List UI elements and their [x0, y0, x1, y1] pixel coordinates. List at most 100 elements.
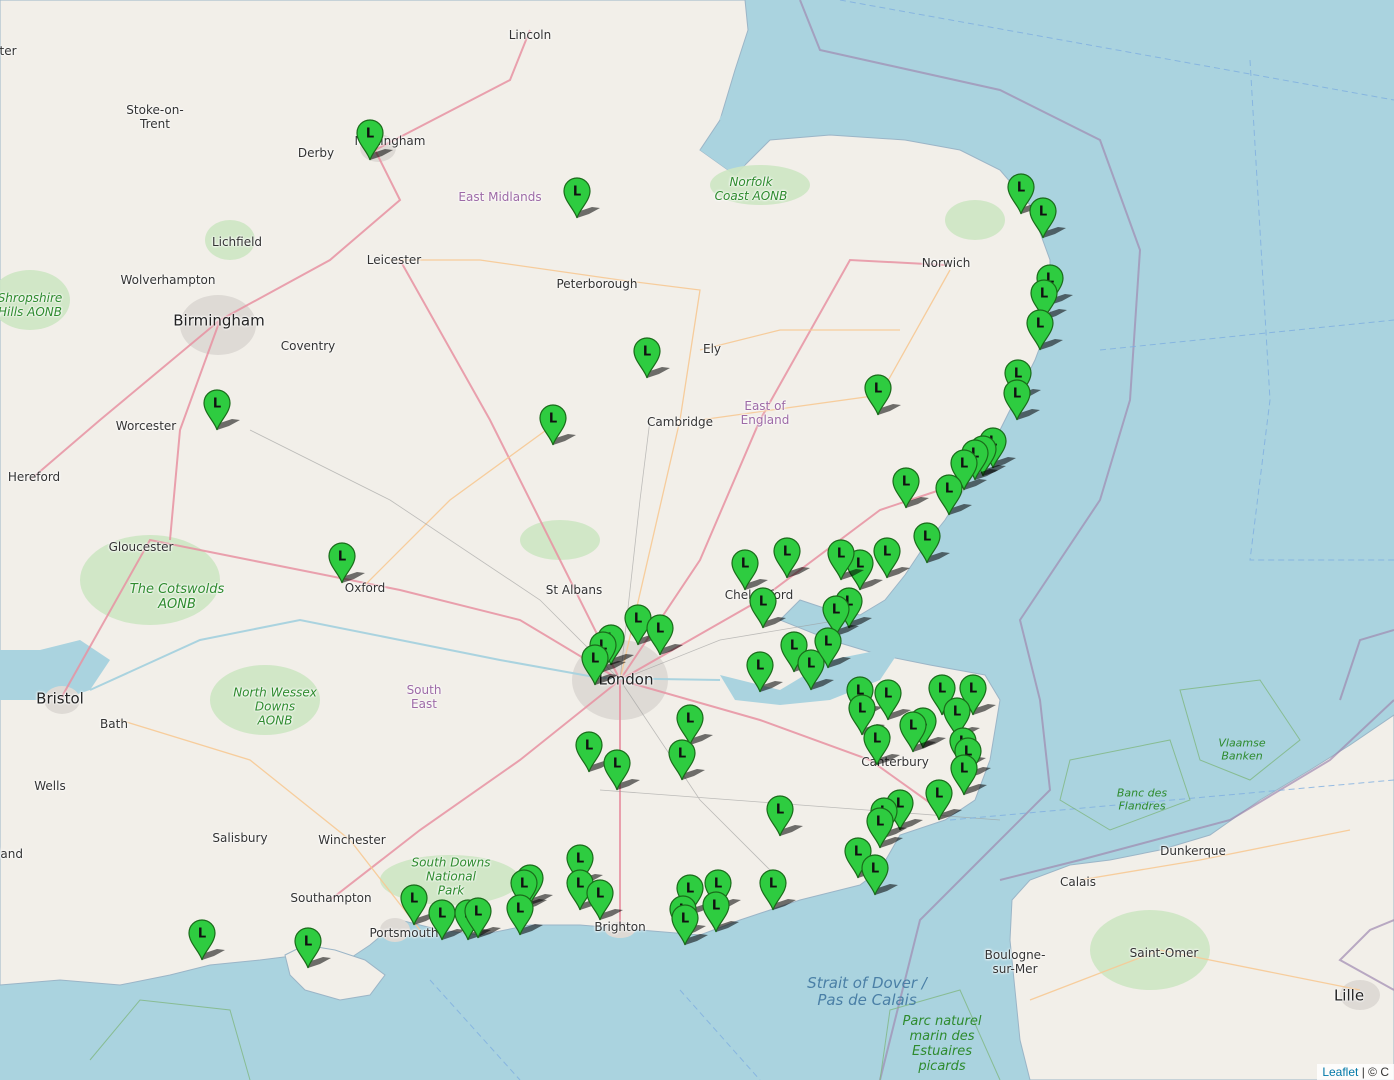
map-marker[interactable]: L [399, 884, 437, 930]
svg-text:L: L [549, 412, 557, 427]
map-marker[interactable]: L [813, 627, 851, 673]
map-marker[interactable]: L [574, 731, 612, 777]
map-marker[interactable]: L [505, 894, 543, 940]
svg-text:L: L [474, 905, 482, 920]
map-marker[interactable]: L [912, 522, 950, 568]
map-marker[interactable]: L [772, 537, 810, 583]
svg-text:L: L [909, 719, 917, 734]
marker-pin-icon: L [633, 337, 670, 379]
marker-pin-icon: L [913, 522, 950, 564]
marker-pin-icon: L [1003, 379, 1040, 421]
map-marker[interactable]: L [872, 537, 910, 583]
svg-text:L: L [438, 907, 446, 922]
map-marker[interactable]: L [934, 474, 972, 520]
svg-text:L: L [945, 482, 953, 497]
svg-text:L: L [1013, 387, 1021, 402]
svg-text:L: L [213, 397, 221, 412]
marker-pin-icon: L [539, 404, 576, 446]
map-marker[interactable]: L [924, 779, 962, 825]
svg-text:L: L [366, 127, 374, 142]
svg-text:L: L [902, 475, 910, 490]
leaflet-link[interactable]: Leaflet [1322, 1065, 1358, 1079]
map-marker[interactable]: L [187, 919, 225, 965]
map-marker[interactable]: L [862, 724, 900, 770]
marker-pin-icon: L [749, 587, 786, 629]
marker-pin-icon: L [575, 731, 612, 773]
svg-text:L: L [634, 612, 642, 627]
map-marker[interactable]: L [667, 739, 705, 785]
map-canvas[interactable]: Lincoln Stoke-on- Trent Derby Nottingham… [0, 0, 1394, 1080]
map-marker[interactable]: L [745, 651, 783, 697]
map-marker[interactable]: L [355, 119, 393, 165]
map-marker[interactable]: L [765, 795, 803, 841]
svg-text:L: L [953, 705, 961, 720]
marker-pin-icon: L [766, 795, 803, 837]
map-marker[interactable]: L [1025, 309, 1063, 355]
marker-pin-icon: L [506, 894, 543, 936]
svg-text:L: L [759, 595, 767, 610]
svg-text:L: L [338, 550, 346, 565]
svg-text:L: L [613, 757, 621, 772]
map-marker[interactable]: L [602, 749, 640, 795]
svg-text:L: L [873, 732, 881, 747]
marker-pin-icon: L [356, 119, 393, 161]
marker-pin-icon: L [203, 389, 240, 431]
map-marker[interactable]: L [1028, 197, 1066, 243]
map-marker[interactable]: L [327, 542, 365, 588]
map-marker[interactable]: L [1002, 379, 1040, 425]
map-marker[interactable]: L [562, 177, 600, 223]
svg-text:L: L [960, 762, 968, 777]
marker-pin-icon: L [873, 537, 910, 579]
svg-text:L: L [1017, 181, 1025, 196]
marker-pin-icon: L [814, 627, 851, 669]
marker-pin-icon: L [294, 927, 331, 969]
map-marker[interactable]: L [580, 644, 618, 690]
marker-pin-icon: L [864, 374, 901, 416]
svg-text:L: L [783, 545, 791, 560]
map-marker[interactable]: L [863, 374, 901, 420]
map-marker[interactable]: L [463, 897, 501, 943]
marker-pin-icon: L [925, 779, 962, 821]
marker-pin-icon: L [863, 724, 900, 766]
marker-pin-icon: L [773, 537, 810, 579]
map-marker[interactable]: L [202, 389, 240, 435]
svg-text:L: L [884, 687, 892, 702]
svg-text:L: L [656, 622, 664, 637]
marker-pin-icon: L [400, 884, 437, 926]
map-marker[interactable]: L [891, 467, 929, 513]
marker-pin-icon: L [759, 869, 796, 911]
marker-pin-icon: L [188, 919, 225, 961]
map-marker[interactable]: L [748, 587, 786, 633]
svg-text:L: L [520, 877, 528, 892]
svg-text:L: L [198, 927, 206, 942]
svg-text:L: L [883, 545, 891, 560]
map-marker[interactable]: L [898, 711, 936, 757]
svg-text:L: L [712, 899, 720, 914]
map-marker[interactable]: L [758, 869, 796, 915]
marker-pin-icon: L [861, 854, 898, 896]
map-marker[interactable]: L [293, 927, 331, 973]
svg-text:L: L [681, 912, 689, 927]
attribution-rest: | © C [1358, 1065, 1389, 1079]
svg-text:L: L [591, 652, 599, 667]
marker-pin-icon: L [1026, 309, 1063, 351]
map-marker[interactable]: L [632, 337, 670, 383]
map-marker[interactable]: L [585, 879, 623, 925]
map-marker[interactable]: L [826, 539, 864, 585]
map-marker[interactable]: L [538, 404, 576, 450]
svg-text:L: L [960, 457, 968, 472]
svg-text:L: L [871, 862, 879, 877]
marker-pin-icon: L [1029, 197, 1066, 239]
marker-pin-icon: L [746, 651, 783, 693]
svg-text:L: L [304, 935, 312, 950]
map-marker[interactable]: L [860, 854, 898, 900]
svg-text:L: L [573, 185, 581, 200]
svg-text:L: L [938, 682, 946, 697]
svg-text:L: L [741, 557, 749, 572]
map-marker[interactable]: L [670, 904, 708, 950]
map-marker[interactable]: L [645, 614, 683, 660]
marker-pin-icon: L [328, 542, 365, 584]
marker-pin-icon: L [581, 644, 618, 686]
map-marker[interactable]: L [701, 891, 739, 937]
marker-pin-icon: L [563, 177, 600, 219]
